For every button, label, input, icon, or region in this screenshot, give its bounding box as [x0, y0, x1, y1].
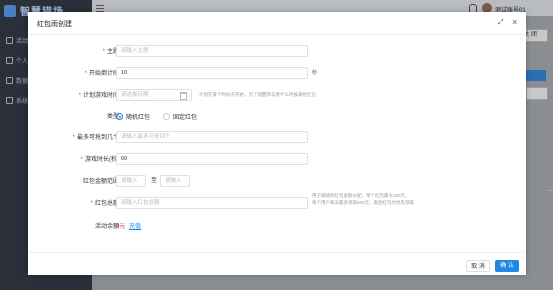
type-radio-fixed[interactable]: 固定红包: [163, 112, 197, 121]
amount-range-row: 红包金额范围 请输入 至 请输入: [28, 175, 526, 189]
planned-time-label: * 计划游戏时间: [78, 93, 119, 99]
footer-divider: [28, 252, 526, 253]
amount-max-input[interactable]: 请输入: [160, 175, 190, 187]
total-input[interactable]: 请输入红包总额: [116, 197, 308, 209]
duration-row: * 游戏时长(秒) 60: [28, 153, 526, 167]
cancel-button[interactable]: 取 消: [466, 260, 490, 272]
background-secondary-button[interactable]: [526, 87, 548, 100]
total-hint-line2: 每个用户每天最多领取200元，发放红包时优先领取: [312, 200, 415, 205]
max-grab-label: * 最多可抢到几个: [72, 135, 119, 141]
planned-time-picker[interactable]: 请选择日期: [116, 89, 192, 101]
amount-min-input[interactable]: 请输入: [116, 175, 146, 187]
total-hint-line1: 用于随随机红包金额分配，单个红包最大200元，: [312, 193, 410, 198]
countdown-unit: 秒: [312, 70, 318, 76]
max-grab-input[interactable]: 请输入最多可抢到个: [116, 131, 308, 143]
dialog-header: 红包雨创建 ⤢ ×: [28, 12, 526, 35]
countdown-row: * 开始倒计时 10 秒: [28, 67, 526, 81]
subject-row: * 主题 请输入主题: [28, 45, 526, 59]
chart-icon: [6, 77, 13, 84]
duration-input[interactable]: 60: [116, 153, 308, 165]
total-row: * 红包总额 请输入红包总额 用于随随机红包金额分配，单个红包最大200元， 每个…: [28, 193, 526, 211]
calendar-icon: [180, 92, 187, 100]
menu-toggle-icon[interactable]: [96, 5, 104, 12]
divider: [548, 190, 553, 191]
logo-icon: [4, 4, 16, 17]
fullscreen-icon[interactable]: ⤢: [498, 19, 504, 27]
create-redpacket-dialog: 红包雨创建 ⤢ × * 主题 请输入主题 * 开始倒计时 10 秒 * 计划游戏时间 …: [28, 12, 526, 275]
close-icon[interactable]: ×: [512, 17, 517, 27]
planned-time-row: * 计划游戏时间 请选择日期 计划在某个时间点开始，为了提醒参与者什么时候来抢红包: [28, 89, 526, 103]
planned-time-hint: 计划在某个时间点开始，为了提醒参与者什么时候来抢红包: [199, 92, 316, 97]
duration-label: * 游戏时长(秒): [80, 157, 119, 163]
amount-range-label: 红包金额范围: [82, 179, 119, 185]
type-row: 类型 随机红包 固定红包: [28, 110, 526, 124]
max-grab-row: * 最多可抢到几个 请输入最多可抢到个: [28, 131, 526, 145]
list-icon: [6, 37, 13, 44]
total-label: * 红包总额: [90, 201, 119, 207]
gear-icon: [6, 97, 13, 104]
radio-selected-icon: [116, 113, 123, 120]
background-primary-button[interactable]: [526, 70, 546, 81]
confirm-button[interactable]: 确 认: [495, 260, 519, 272]
balance-value: 0元: [116, 224, 126, 230]
recharge-link[interactable]: 充值: [129, 220, 141, 234]
balance-row: 活动余额 0元 充值: [28, 220, 526, 234]
user-icon: [6, 57, 13, 64]
dialog-title: 红包雨创建: [37, 21, 72, 28]
amount-range-separator: 至: [151, 178, 158, 184]
countdown-input[interactable]: 10: [116, 67, 308, 79]
type-radio-random[interactable]: 随机红包: [116, 112, 150, 121]
subject-input[interactable]: 请输入主题: [116, 45, 308, 57]
countdown-label: * 开始倒计时: [84, 71, 119, 77]
radio-unselected-icon: [163, 113, 170, 120]
